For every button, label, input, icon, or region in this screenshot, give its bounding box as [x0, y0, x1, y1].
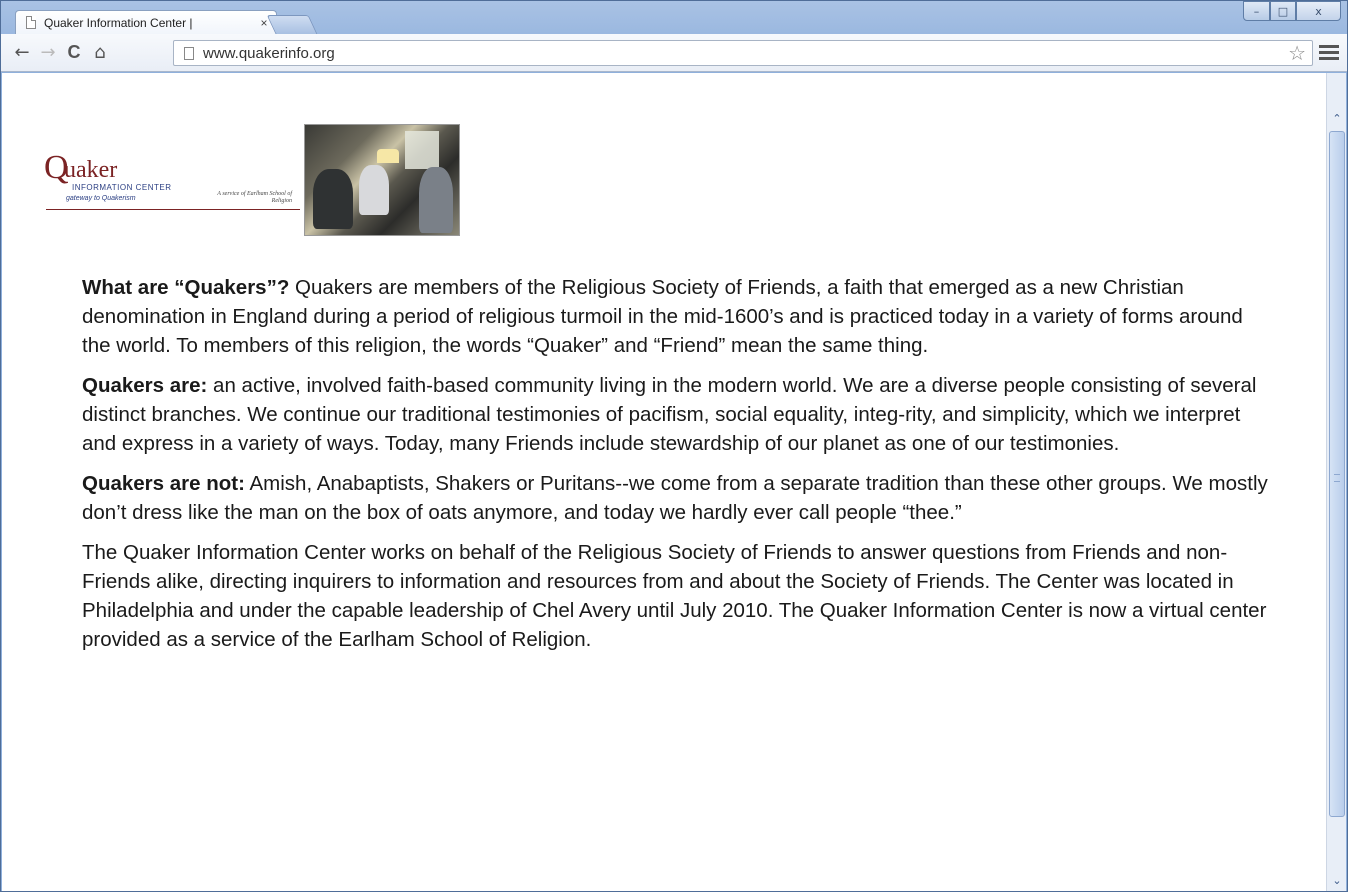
home-button[interactable]: ⌂: [87, 40, 113, 66]
new-tab-button[interactable]: [266, 15, 318, 34]
paragraph-information-center: The Quaker Information Center works on b…: [82, 541, 1267, 651]
browser-tab[interactable]: Quaker Information Center | ×: [15, 10, 277, 34]
quaker-logo[interactable]: Q uaker INFORMATION CENTER gateway to Qu…: [44, 143, 300, 227]
page-viewport: Q uaker INFORMATION CENTER gateway to Qu…: [2, 73, 1346, 891]
window-controls: – □ x: [1243, 1, 1341, 21]
reload-button[interactable]: C: [61, 40, 87, 66]
bookmark-star-icon[interactable]: ☆: [1288, 41, 1306, 65]
logo-name: uaker: [64, 157, 118, 183]
menu-icon[interactable]: [1319, 42, 1339, 62]
close-button[interactable]: x: [1296, 1, 1341, 21]
scroll-up-icon[interactable]: ⌃: [1329, 109, 1345, 127]
minimize-button[interactable]: –: [1243, 1, 1270, 21]
page-icon: [184, 46, 194, 60]
title-bar: Quaker Information Center | × – □ x: [1, 1, 1347, 34]
paragraph-quakers-are-not: Quakers are not: Amish, Anabaptists, Sha…: [82, 469, 1272, 527]
text-quakers-are: an active, involved faith-based communit…: [82, 374, 1257, 455]
browser-window: Quaker Information Center | × – □ x ← → …: [0, 0, 1348, 892]
logo-subtitle: INFORMATION CENTER: [72, 183, 172, 192]
meeting-photo: [304, 124, 460, 236]
lead-quakers-are-not: Quakers are not:: [82, 472, 245, 495]
intro-content: What are “Quakers”? Quakers are members …: [82, 273, 1272, 665]
tab-title: Quaker Information Center |: [44, 15, 193, 30]
lead-quakers-are: Quakers are:: [82, 374, 208, 397]
page-icon: [26, 16, 36, 29]
logo-tagline: gateway to Quakerism: [66, 195, 136, 202]
url-text[interactable]: www.quakerinfo.org: [203, 45, 1288, 62]
address-bar[interactable]: www.quakerinfo.org ☆: [173, 40, 1313, 66]
vertical-scrollbar[interactable]: ⌃ ⌄: [1326, 73, 1346, 891]
logo-rule: [46, 209, 300, 210]
scroll-down-icon[interactable]: ⌄: [1329, 871, 1345, 889]
text-quakers-are-not: Amish, Anabaptists, Shakers or Puritans-…: [82, 472, 1268, 524]
maximize-button[interactable]: □: [1270, 1, 1296, 21]
paragraph-what-are-quakers: What are “Quakers”? Quakers are members …: [82, 273, 1272, 360]
back-button[interactable]: ←: [9, 40, 35, 66]
browser-toolbar: ← → C ⌂ www.quakerinfo.org ☆: [1, 34, 1347, 72]
paragraph-quakers-are: Quakers are: an active, involved faith-b…: [82, 371, 1272, 458]
logo-service-note: A service of Earlham School of Religion: [217, 191, 292, 204]
scroll-thumb[interactable]: [1329, 131, 1345, 817]
lead-what-are-quakers: What are “Quakers”?: [82, 276, 290, 299]
forward-button[interactable]: →: [35, 40, 61, 66]
